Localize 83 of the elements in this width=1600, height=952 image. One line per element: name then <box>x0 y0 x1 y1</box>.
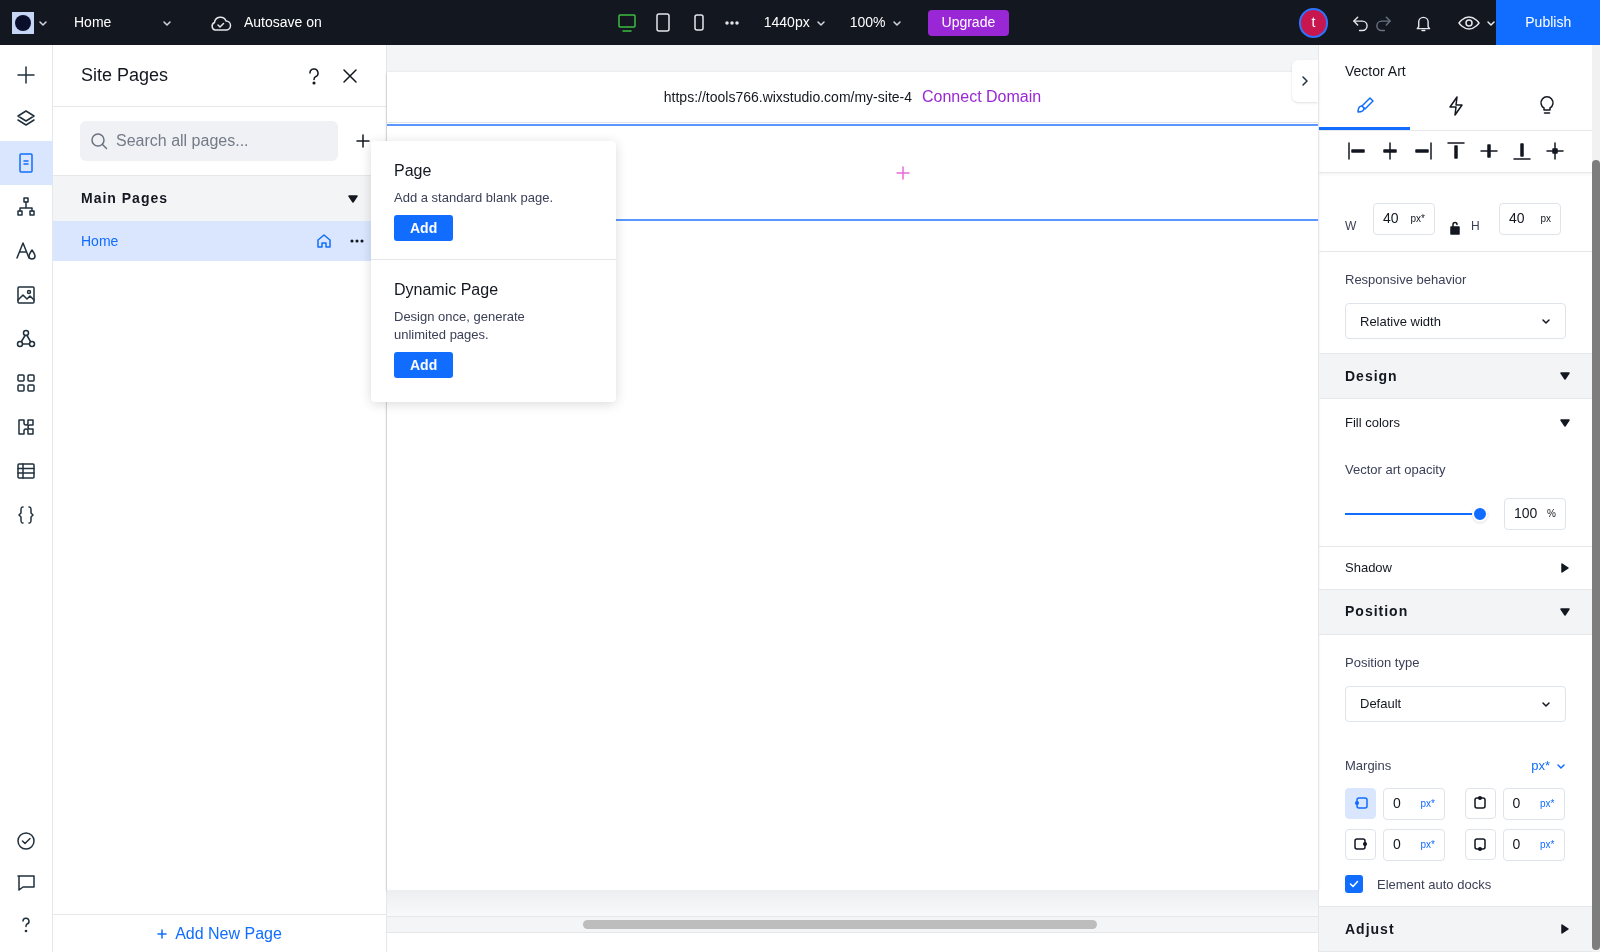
field-label: W <box>1345 217 1358 235</box>
chevron-down-icon <box>1541 699 1551 709</box>
connect-domain-link[interactable]: Connect Domain <box>922 85 1042 109</box>
checkbox-label: Element auto docks <box>1377 875 1492 894</box>
align-left-icon[interactable] <box>1346 141 1367 162</box>
menu-item-description: Design once, generate unlimited pages. <box>394 308 526 344</box>
code-braces-icon <box>15 504 37 526</box>
publish-button[interactable]: Publish <box>1496 0 1600 45</box>
height-field[interactable]: 40 px <box>1499 202 1561 235</box>
align-right-icon[interactable] <box>1412 141 1433 162</box>
apps-grid-icon <box>15 372 37 394</box>
margin-side-button[interactable] <box>1464 828 1496 860</box>
panel-title: Site Pages <box>81 64 170 87</box>
menu-item-description: Add a standard blank page. <box>394 189 554 207</box>
margin-side-button[interactable] <box>1464 787 1496 819</box>
margin-bottom-icon <box>1472 836 1488 852</box>
add-button[interactable]: Add <box>394 215 454 241</box>
add-button[interactable]: Add <box>394 352 454 378</box>
desktop-view-button[interactable] <box>615 11 638 34</box>
align-bottom-icon[interactable] <box>1511 141 1532 162</box>
section-header[interactable]: Position <box>1319 589 1592 635</box>
align-top-icon[interactable] <box>1445 141 1466 162</box>
search-field[interactable]: Search all pages... <box>80 121 338 161</box>
logo-icon <box>12 11 34 34</box>
panel-title: Vector Art <box>1344 62 1407 82</box>
menu-item-title: Page <box>394 161 432 181</box>
margin-left-icon <box>1352 795 1369 811</box>
width-selector[interactable]: 1440px <box>763 12 826 33</box>
check-circle-icon <box>15 830 37 852</box>
section-header[interactable]: Design <box>1319 354 1592 400</box>
user-avatar[interactable]: t <box>1299 7 1328 38</box>
upgrade-button[interactable]: Upgrade <box>927 9 1010 36</box>
lock-icon[interactable] <box>1449 220 1461 235</box>
unit-selector[interactable]: px* <box>1531 756 1566 776</box>
autosave-status: Autosave on <box>243 13 322 32</box>
field-label: Responsive behavior <box>1345 270 1468 289</box>
puzzle-icon <box>15 416 37 438</box>
search-icon <box>90 132 108 150</box>
collapse-panel-button[interactable] <box>1292 60 1318 102</box>
desktop-icon <box>616 12 637 33</box>
plus-icon <box>15 64 37 86</box>
opacity-field[interactable]: 100 % <box>1504 497 1566 530</box>
site-url: https://tools766.wixstudio.com/my-site-4 <box>663 87 912 107</box>
margin-top-icon <box>1472 795 1488 811</box>
image-icon <box>15 284 37 306</box>
distribute-icon[interactable] <box>1544 141 1565 162</box>
chevron-down-icon <box>1541 316 1551 327</box>
chevron-right-icon <box>1300 75 1310 87</box>
opacity-slider[interactable] <box>1345 505 1488 522</box>
margin-field[interactable]: 0 px* <box>1502 828 1565 861</box>
preview-button[interactable] <box>1458 14 1497 31</box>
collapsible-row[interactable]: Fill colors <box>1319 401 1592 445</box>
add-page-link[interactable]: Add New Page <box>157 921 282 946</box>
section-header[interactable]: Adjust <box>1319 907 1592 952</box>
field-label: Position type <box>1345 653 1421 672</box>
margin-field[interactable]: 0 px* <box>1383 828 1445 861</box>
zoom-selector[interactable]: 100% <box>849 12 902 33</box>
site-logo-button[interactable] <box>12 11 48 34</box>
margin-field[interactable]: 0 px* <box>1383 787 1445 820</box>
margin-side-button[interactable] <box>1345 828 1376 860</box>
field-label: Vector art opacity <box>1345 461 1447 480</box>
table-icon <box>15 460 37 482</box>
field-label: H <box>1471 217 1481 235</box>
margin-right-icon <box>1352 836 1369 852</box>
responsive-dropdown[interactable]: Relative width <box>1345 303 1566 340</box>
close-icon[interactable] <box>342 67 358 84</box>
help-icon[interactable] <box>306 66 322 85</box>
chat-icon <box>15 872 37 894</box>
sitemap-icon <box>15 196 37 218</box>
checkbox[interactable] <box>1345 875 1363 894</box>
margin-field[interactable]: 0 px* <box>1502 787 1565 820</box>
plus-icon <box>157 928 168 939</box>
menu-item-title: Dynamic Page <box>394 280 499 300</box>
horizontal-scrollbar[interactable] <box>583 920 1097 929</box>
plus-icon[interactable] <box>356 134 370 148</box>
field-label: Margins <box>1345 757 1392 775</box>
position-type-dropdown[interactable]: Default <box>1345 686 1566 722</box>
vertical-scrollbar[interactable] <box>1592 160 1600 950</box>
eye-icon <box>1458 14 1481 31</box>
width-field[interactable]: 40 px* <box>1373 202 1435 235</box>
text-style-icon <box>15 240 37 262</box>
nodes-icon <box>15 328 37 350</box>
page-selector[interactable]: Home <box>74 12 172 33</box>
